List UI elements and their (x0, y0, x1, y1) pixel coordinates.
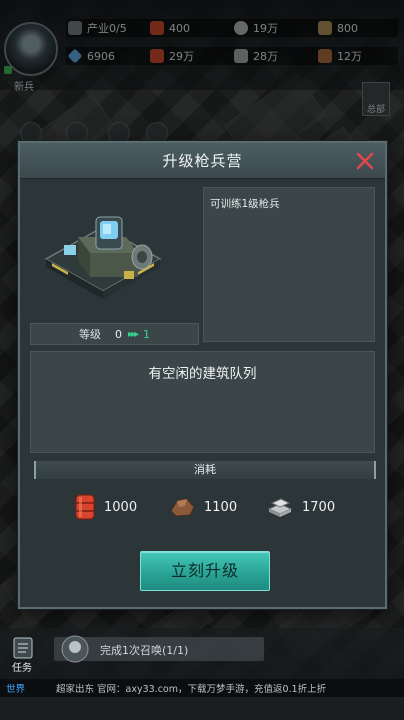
quest-text[interactable]: 完成1次召唤(1/1) (100, 642, 188, 658)
oil-barrel-icon (75, 494, 95, 520)
current-level: 0 (114, 327, 122, 341)
bottom-nav-bar[interactable] (0, 697, 404, 720)
dialog-body: 等级 0 ▸▸▸ 1 可训练1级枪兵 有空闲的建筑队列 消耗 1000 1100… (20, 179, 385, 607)
cost-header: 消耗 (34, 461, 376, 479)
news-message: 超家出东 官网：axy33.com，下载万梦手游，充值返0.1折上折 (56, 684, 327, 695)
level-bar: 等级 0 ▸▸▸ 1 (30, 323, 199, 345)
building-card: 等级 0 ▸▸▸ 1 (30, 187, 199, 349)
level-arrow-icon: ▸▸▸ (127, 328, 139, 340)
cost-ore: 1100 (168, 492, 237, 522)
cost-oil-value: 1000 (104, 499, 138, 515)
upgrade-now-button[interactable]: 立刻升级 (140, 551, 270, 591)
barracks-building-image (44, 216, 162, 299)
level-label: 等级 (78, 328, 101, 341)
close-icon (356, 152, 374, 170)
news-channel-tag: 世界 (6, 684, 26, 695)
task-label: 任务 (12, 663, 32, 674)
upgrade-dialog: 升级枪兵营 等级 0 ▸▸▸ 1 可训练1级枪兵 有空闲的建筑队列 消耗 100… (18, 141, 387, 609)
close-button[interactable] (353, 149, 377, 173)
building-description: 可训练1级枪兵 (210, 198, 280, 210)
ore-icon (170, 498, 195, 517)
dialog-title: 升级枪兵营 (162, 152, 243, 170)
cost-ore-value: 1100 (204, 499, 238, 515)
status-panel: 有空闲的建筑队列 (30, 351, 375, 453)
cost-steel: 1700 (266, 492, 335, 522)
clipboard-icon (13, 637, 33, 659)
build-queue-status: 有空闲的建筑队列 (148, 366, 257, 382)
steel-ingot-icon (267, 498, 293, 517)
description-panel: 可训练1级枪兵 (203, 187, 375, 342)
cost-steel-value: 1700 (302, 499, 336, 515)
cost-oil: 1000 (74, 492, 137, 522)
next-level: 1 (143, 327, 151, 341)
quest-icon (61, 635, 89, 663)
